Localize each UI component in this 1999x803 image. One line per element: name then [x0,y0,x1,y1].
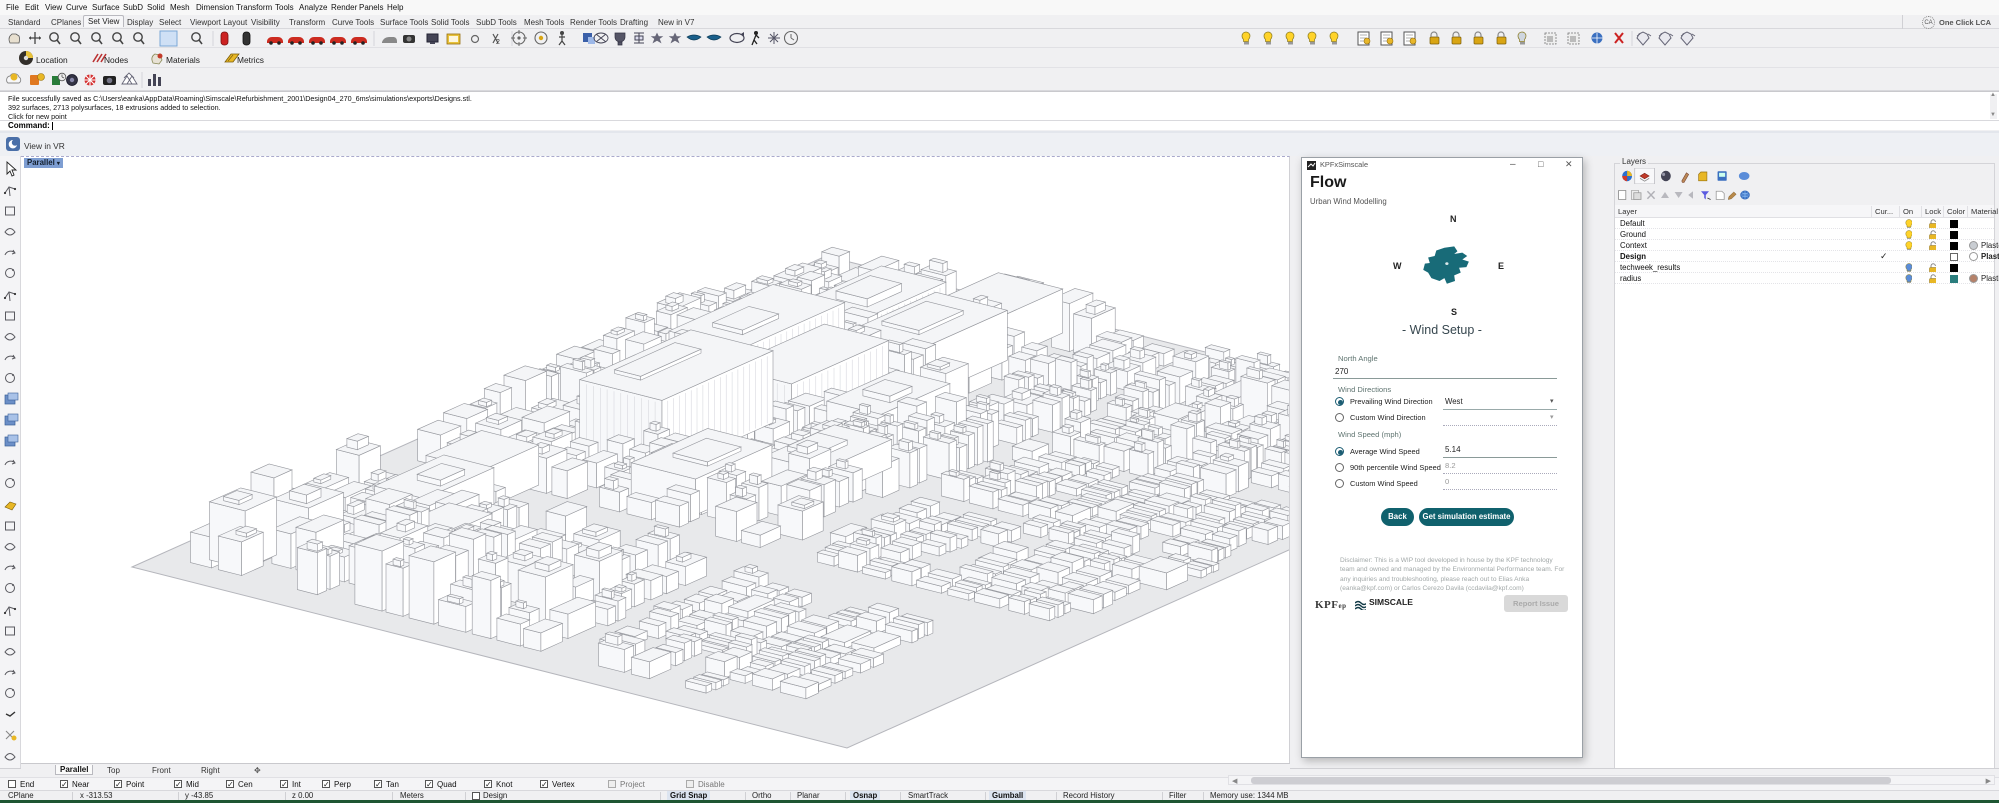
svg-text:2: 2 [496,39,500,46]
